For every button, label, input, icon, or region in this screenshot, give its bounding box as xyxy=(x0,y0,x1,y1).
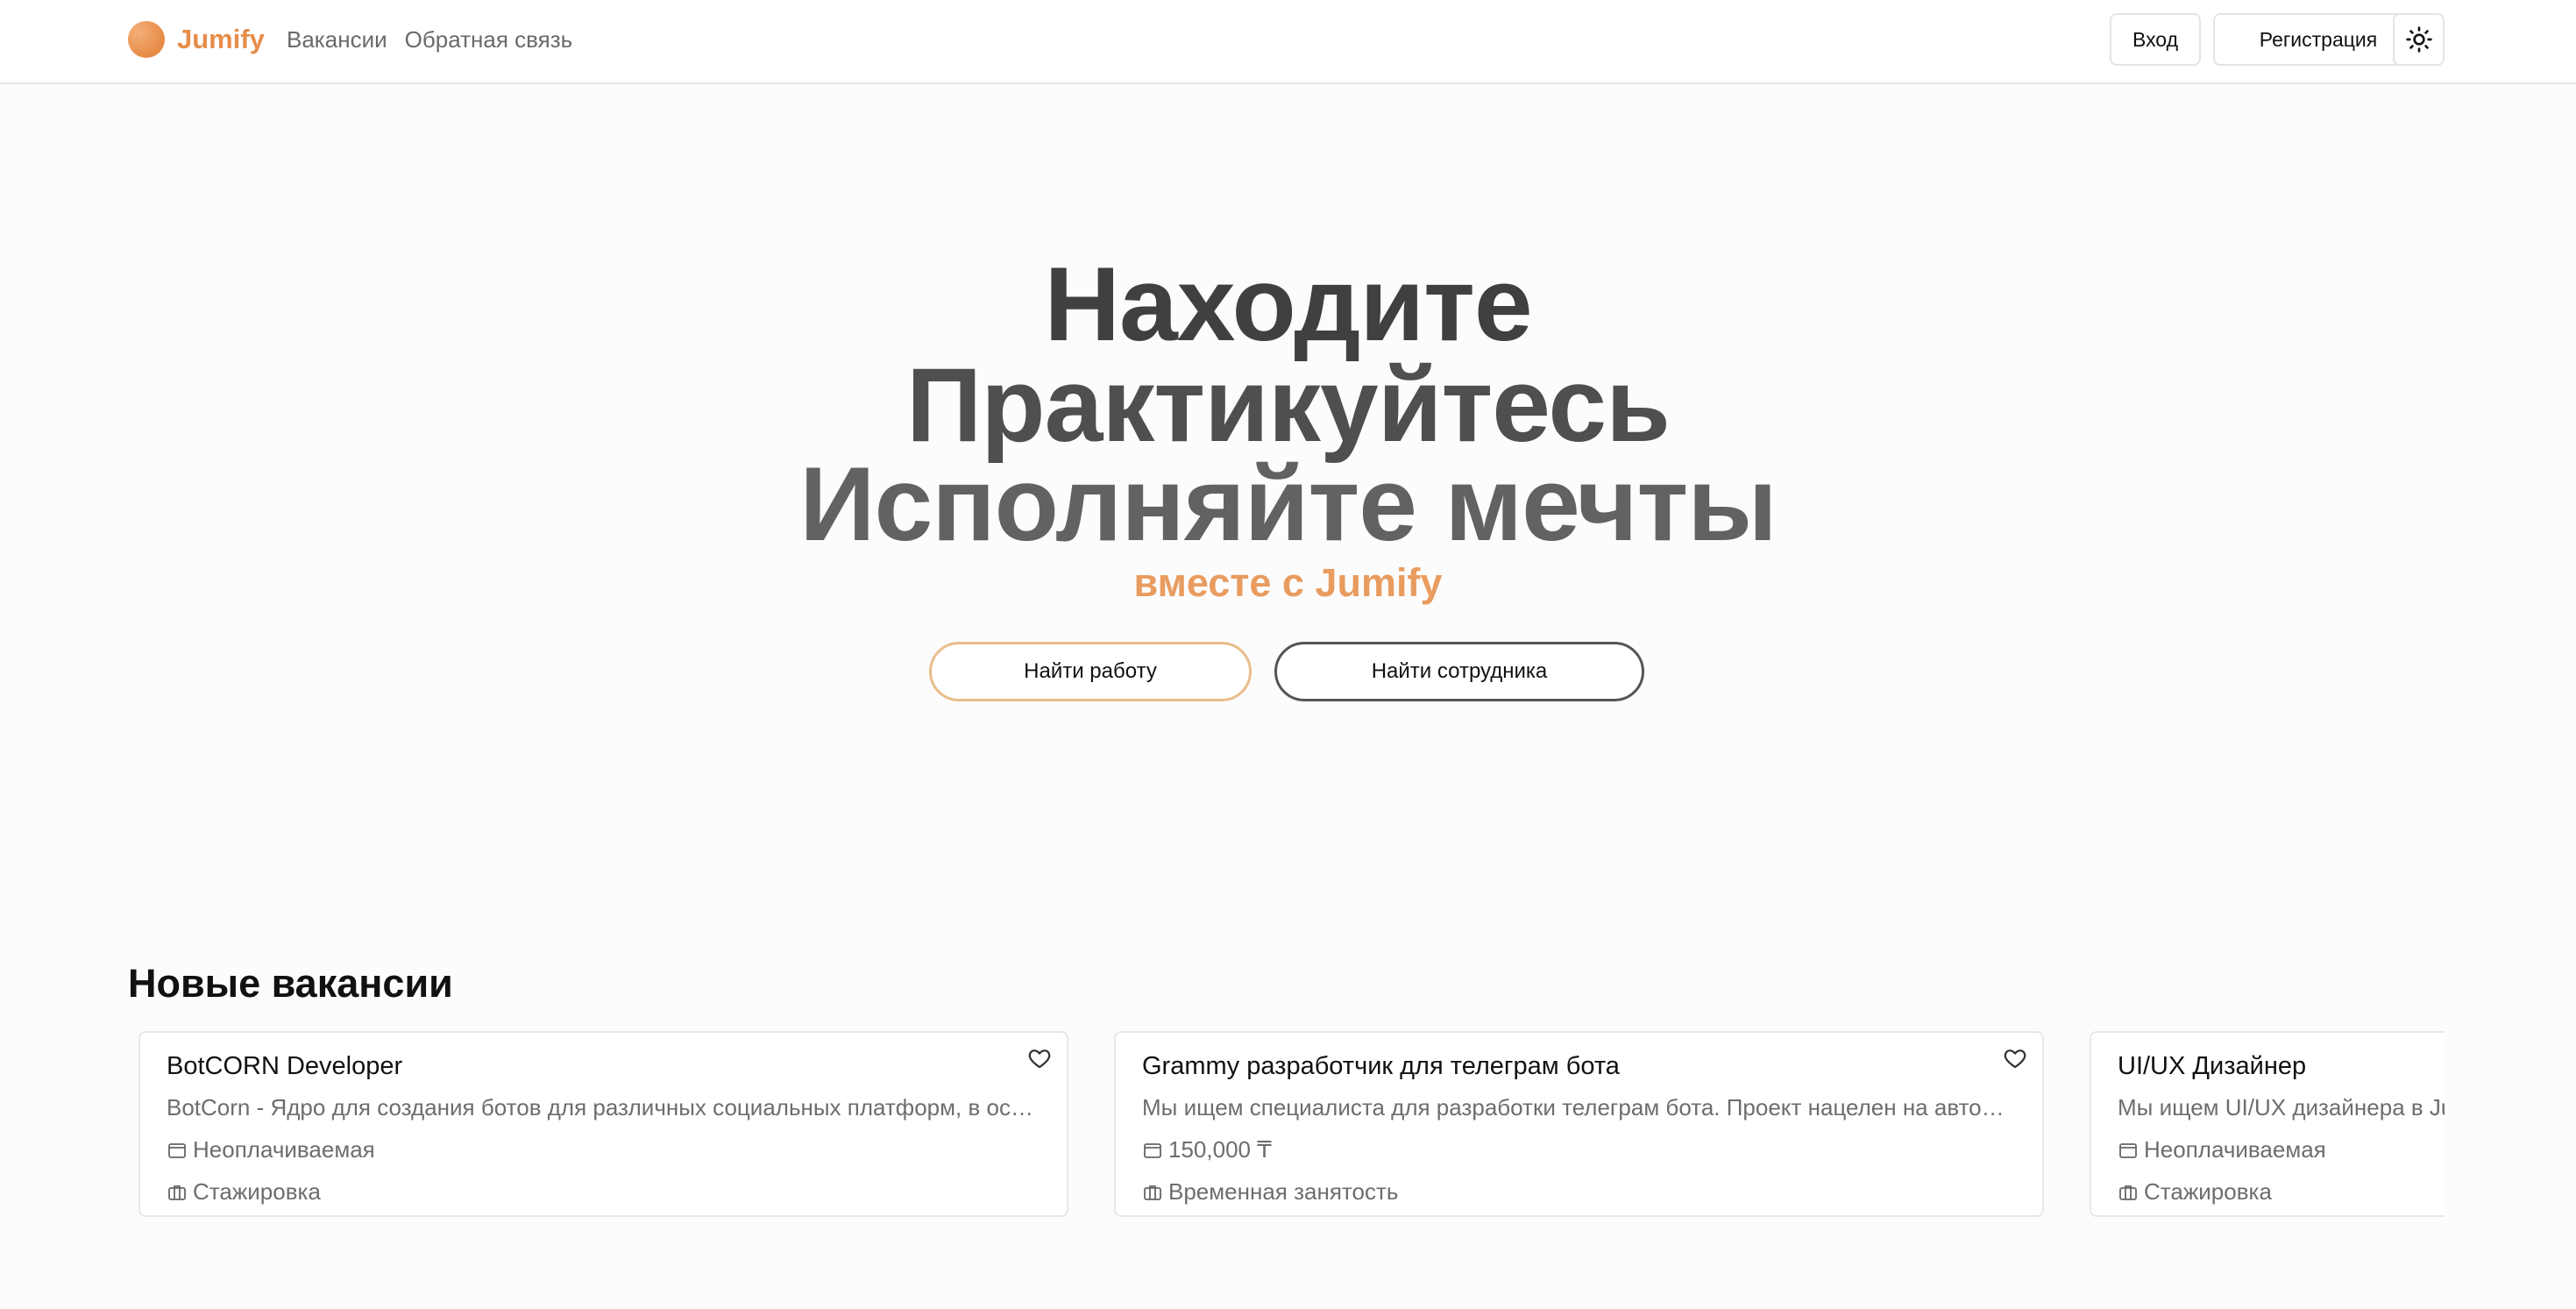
vacancy-title: UI/UX Дизайнер xyxy=(2118,1052,2307,1080)
vacancy-card[interactable]: BotCORN Developer BotCorn - Ядро для соз… xyxy=(138,1031,1068,1217)
find-job-button[interactable]: Найти работу xyxy=(929,642,1252,701)
briefcase-icon xyxy=(168,1185,186,1200)
vacancy-title: Grammy разработчик для телеграм бота xyxy=(1142,1052,1620,1080)
hero-line-1: Находите xyxy=(1044,245,1532,363)
vacancy-type: Стажировка xyxy=(167,1178,321,1206)
vacancy-title: BotCORN Developer xyxy=(167,1052,403,1080)
heart-icon[interactable] xyxy=(1026,1045,1053,1071)
vacancy-description: Мы ищем специалиста для разработки телег… xyxy=(1142,1094,2019,1120)
briefcase-icon xyxy=(2119,1185,2137,1200)
vacancy-salary-text: Неоплачиваемая xyxy=(2144,1136,2326,1163)
hero-line-3: Исполняйте мечты xyxy=(799,445,1778,563)
vacancy-type-text: Временная занятость xyxy=(1168,1178,1399,1205)
hero-line-2: Практикуйтесь xyxy=(906,346,1671,464)
vacancy-description: Мы ищем UI/UX дизайнера в Jumify xyxy=(2118,1094,2445,1120)
vacancies-carousel: BotCORN Developer BotCorn - Ядро для соз… xyxy=(128,1026,2445,1223)
wallet-icon xyxy=(2119,1142,2137,1158)
vacancy-salary: Неоплачиваемая xyxy=(167,1136,375,1163)
top-nav: Jumify Вакансии Обратная связь Вход Реги… xyxy=(0,0,2576,84)
sun-icon xyxy=(2405,26,2432,53)
hero-subtitle: вместе с Jumify xyxy=(1133,560,1443,605)
nav-links: Вакансии Обратная связь xyxy=(287,26,572,53)
new-vacancies-title: Новые вакансии xyxy=(128,961,453,1006)
vacancy-salary: Неоплачиваемая xyxy=(2118,1136,2326,1163)
wallet-icon xyxy=(1144,1142,1161,1158)
find-employee-button[interactable]: Найти сотрудника xyxy=(1274,642,1644,701)
vacancy-salary: 150,000 ₸ xyxy=(1142,1136,1272,1163)
vacancy-type: Стажировка xyxy=(2118,1178,2272,1206)
vacancy-salary-text: 150,000 ₸ xyxy=(1168,1136,1272,1163)
nav-vacancies[interactable]: Вакансии xyxy=(287,26,387,53)
vacancy-type-text: Стажировка xyxy=(2144,1178,2272,1205)
heart-icon[interactable] xyxy=(2002,1045,2028,1071)
vacancy-type: Временная занятость xyxy=(1142,1178,1398,1206)
brand-name: Jumify xyxy=(177,24,265,54)
register-button[interactable]: Регистрация xyxy=(2213,13,2423,66)
login-button[interactable]: Вход xyxy=(2110,13,2201,66)
theme-toggle-button[interactable] xyxy=(2393,13,2445,66)
vacancy-description: BotCorn - Ядро для создания ботов для ра… xyxy=(167,1094,1043,1120)
vacancy-type-text: Стажировка xyxy=(193,1178,321,1205)
vacancy-salary-text: Неоплачиваемая xyxy=(193,1136,375,1163)
wallet-icon xyxy=(168,1142,186,1158)
vacancy-card[interactable]: Grammy разработчик для телеграм бота Мы … xyxy=(1114,1031,2044,1217)
briefcase-icon xyxy=(1144,1185,1161,1200)
logo-mark xyxy=(128,21,165,58)
vacancy-card[interactable]: UI/UX Дизайнер Мы ищем UI/UX дизайнера в… xyxy=(2090,1031,2445,1217)
logo[interactable]: Jumify xyxy=(128,21,265,58)
nav-feedback[interactable]: Обратная связь xyxy=(405,26,573,53)
